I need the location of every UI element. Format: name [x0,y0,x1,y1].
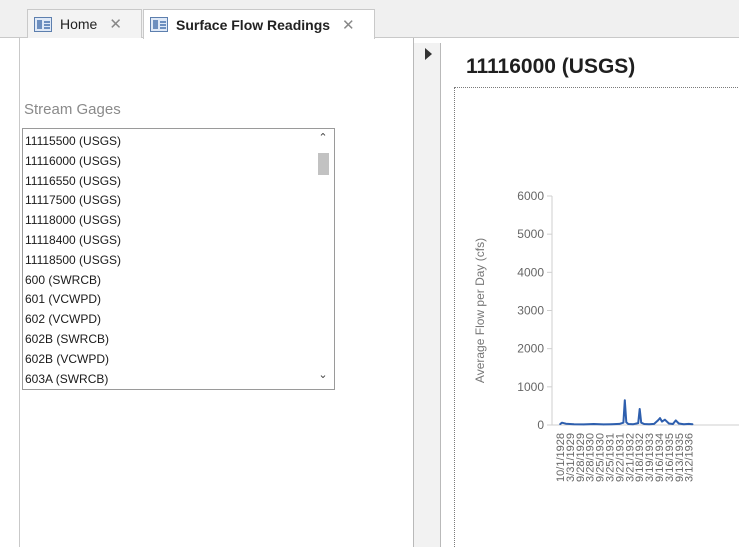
y-axis-title: Average Flow per Day (cfs) [473,238,487,383]
record-selector[interactable] [414,43,441,547]
gage-list-item[interactable]: 11118000 (USGS) [25,211,121,231]
tab-surface-flow-readings[interactable]: Surface Flow Readings ✕ [143,9,375,39]
current-record-arrow-icon [425,48,432,60]
flow-data-point [592,423,595,425]
flow-data-point [664,418,666,421]
gage-list-item[interactable]: 11118500 (USGS) [25,251,121,271]
flow-data-point [582,423,585,426]
flow-data-point [627,423,630,425]
flow-data-point [632,423,635,426]
flow-data-point [640,421,642,424]
scroll-down-arrow-icon[interactable]: ⌄ [312,368,334,386]
gage-list-item[interactable]: 11116000 (USGS) [25,152,121,172]
flow-data-point [691,423,694,426]
gage-list-item[interactable]: 11115500 (USGS) [25,132,121,152]
form-left-border [19,38,20,547]
flow-data-point [624,399,626,401]
flow-chart: 0 1000 2000 3000 4000 5000 6000 Average Flow pe… [473,189,739,482]
y-tick-label: 5000 [517,227,544,241]
gage-list-item[interactable]: 600 (SWRCB) [25,271,121,291]
flow-data-point [561,421,563,424]
flow-data-point [678,422,680,425]
flow-data-point [657,419,659,422]
gage-title: 11116000 (USGS) [466,55,636,78]
flow-data-point [653,423,655,425]
stream-gages-listbox[interactable]: 11115500 (USGS) 11116000 (USGS) 11116550 (… [22,128,335,390]
flow-data-point [565,422,567,425]
flow-data-point [661,420,663,423]
gage-list-item[interactable]: 603A (SWRCB) [25,370,121,390]
flow-series-line [559,399,693,426]
flow-data-point [559,423,561,426]
close-icon[interactable]: ✕ [342,16,355,34]
flow-data-point [618,423,621,425]
close-icon[interactable]: ✕ [109,15,122,33]
stream-gages-label: Stream Gages [24,101,121,118]
gage-list-item[interactable]: 11116550 (USGS) [25,172,121,192]
form-icon [150,17,168,32]
flow-data-point [643,423,645,425]
tab-home[interactable]: Home ✕ [27,9,142,38]
flow-data-point [659,417,661,419]
gage-list-item[interactable]: 11117500 (USGS) [25,191,121,211]
y-tick-label: 1000 [517,380,544,394]
scrollbar-thumb[interactable] [318,153,329,175]
tab-surface-flow-readings-label: Surface Flow Readings [176,16,331,33]
x-tick-label: 3/12/1936 [684,433,696,482]
flow-data-point [668,422,670,425]
y-tick-label: 2000 [517,342,544,356]
flow-data-point [602,423,605,426]
flow-data-point [637,422,640,424]
y-tick-label: 3000 [517,304,544,318]
flow-data-point [573,423,575,426]
flow-data-point [687,423,690,425]
tab-home-label: Home [60,16,98,32]
scroll-up-arrow-icon[interactable]: ⌃ [312,131,334,149]
flow-data-point [675,419,677,422]
flow-data-point [638,408,641,410]
flow-data-point [682,423,685,426]
document-tab-bar: Home ✕ Surface Flow Readings ✕ [0,0,739,39]
listbox-scrollbar[interactable]: ⌃ ⌄ [312,129,334,389]
y-tick-label: 0 [537,418,544,432]
flow-data-point [610,423,613,426]
gage-list: 11115500 (USGS) 11116000 (USGS) 11116550 (… [25,132,121,389]
flow-data-point [648,423,650,426]
y-tick-label: 6000 [517,189,544,203]
gage-list-item[interactable]: 11118400 (USGS) [25,231,121,251]
gage-list-item[interactable]: 602B (VCWPD) [25,350,121,370]
flow-data-point [625,421,628,424]
gage-list-item[interactable]: 601 (VCWPD) [25,290,121,310]
flow-data-point [672,423,674,425]
y-tick-label: 4000 [517,265,544,279]
form-icon [34,16,52,32]
flow-data-point [622,421,625,424]
gage-list-item[interactable]: 602B (SWRCB) [25,330,121,350]
gage-list-item[interactable]: 602 (VCWPD) [25,310,121,330]
